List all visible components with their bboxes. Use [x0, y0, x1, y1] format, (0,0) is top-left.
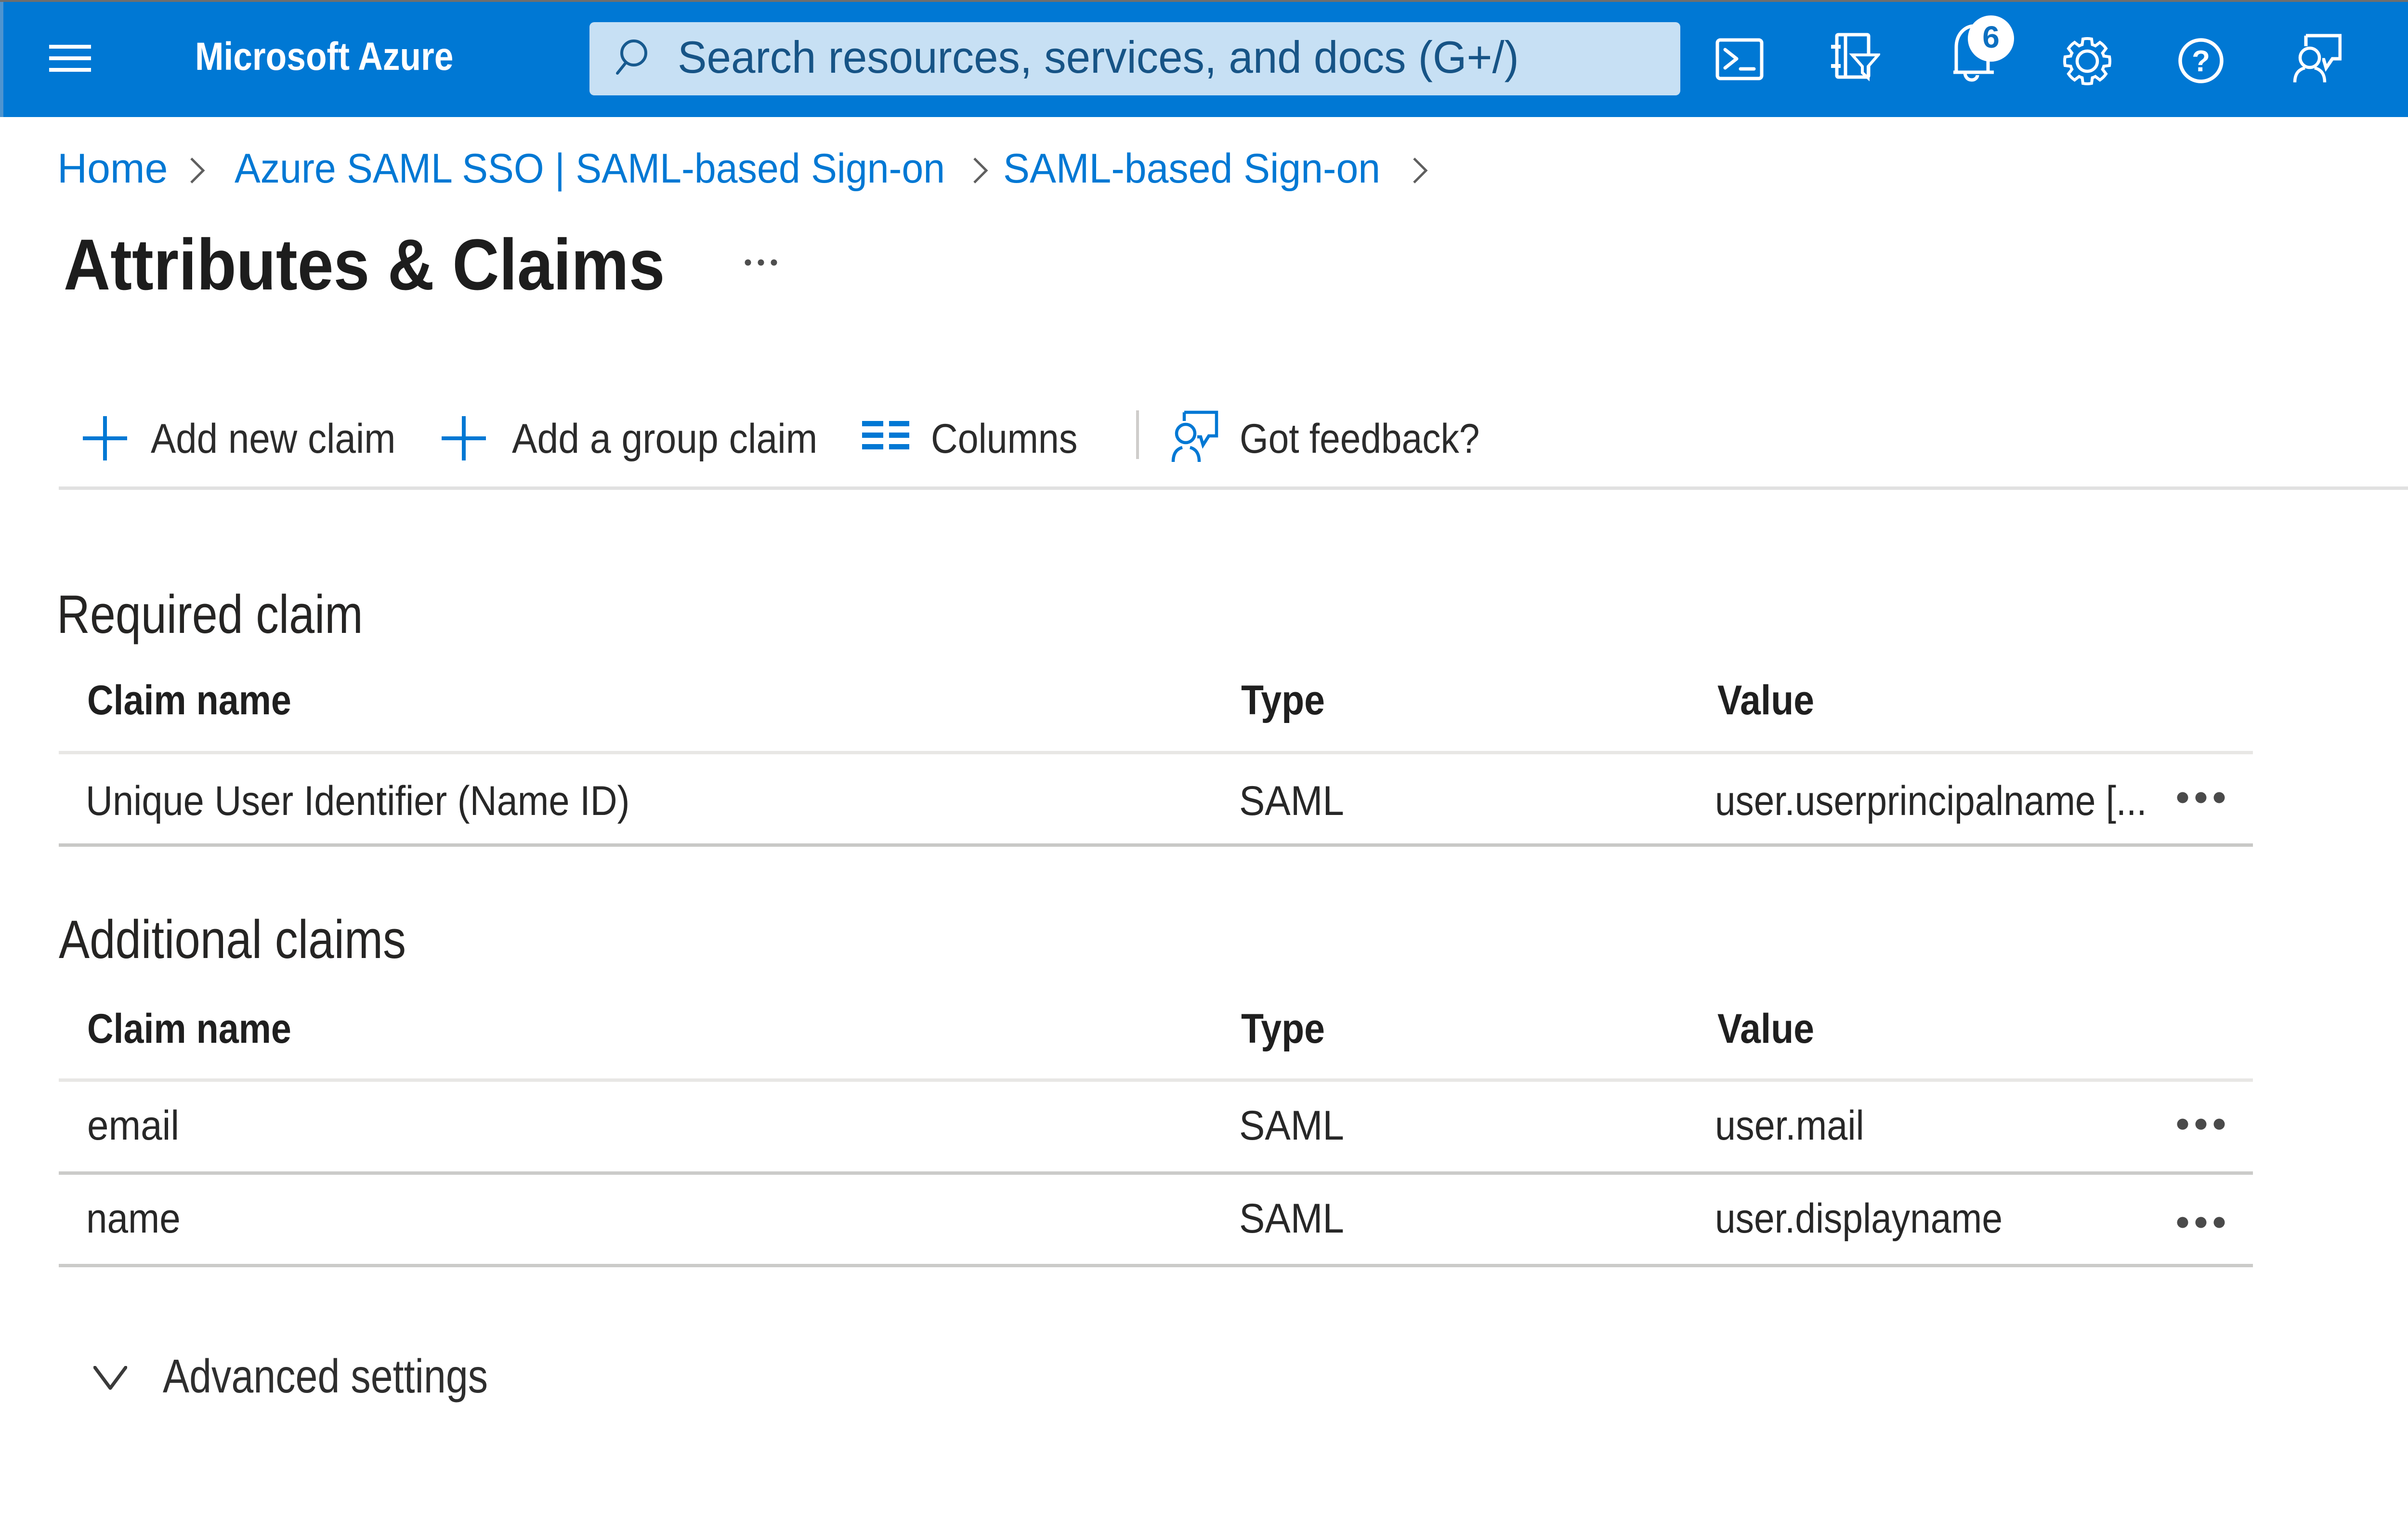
svg-text:6: 6 — [1982, 20, 2000, 54]
svg-text:?: ? — [2192, 45, 2210, 78]
